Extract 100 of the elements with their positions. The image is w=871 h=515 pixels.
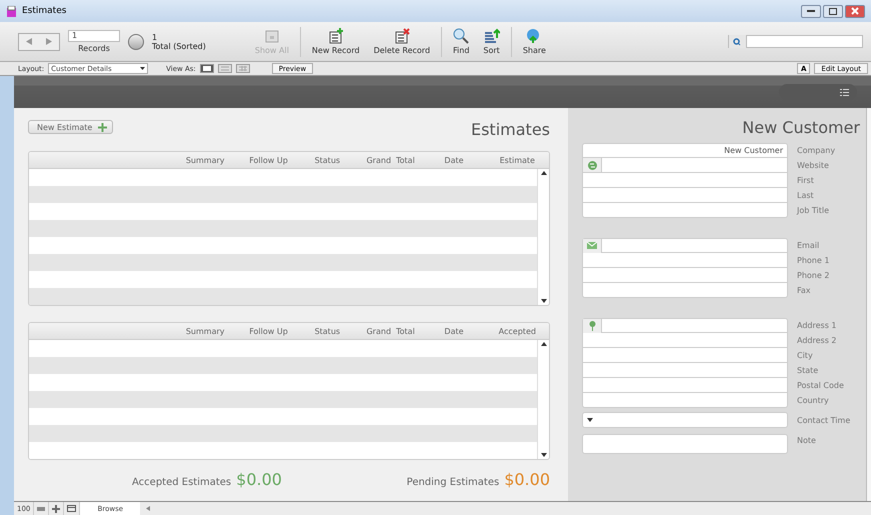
column-header: Summary	[184, 326, 226, 336]
input-field[interactable]	[582, 393, 788, 408]
field-label: Fax	[797, 286, 811, 295]
scroll-left-icon[interactable]	[146, 506, 150, 511]
new-estimate-button[interactable]: New Estimate	[28, 120, 114, 134]
input-field[interactable]	[582, 318, 788, 333]
field-label: First	[797, 176, 814, 185]
field-label: Address 1	[797, 321, 836, 330]
input-field[interactable]	[582, 253, 788, 268]
search-icon	[732, 38, 742, 46]
column-header: Follow Up	[248, 326, 289, 336]
input-field[interactable]	[582, 268, 788, 283]
scroll-down-icon[interactable]	[540, 453, 546, 457]
delete-record-icon	[394, 28, 410, 44]
found-count: 1	[152, 32, 158, 42]
input-field[interactable]	[582, 203, 788, 218]
maximize-button[interactable]	[823, 4, 843, 18]
maximize-icon	[829, 8, 837, 14]
total-amount: $0.00	[504, 470, 550, 489]
scroll-down-icon[interactable]	[540, 299, 546, 303]
input-field[interactable]	[582, 283, 788, 298]
caret-icon	[587, 418, 593, 422]
caret-icon	[140, 67, 146, 70]
input-field[interactable]	[582, 158, 788, 173]
records-label: Records	[78, 44, 110, 53]
column-header: Follow Up	[248, 156, 289, 164]
column-header: Estimate	[498, 156, 536, 164]
close-button[interactable]	[845, 4, 865, 18]
view-button[interactable]	[200, 64, 214, 73]
found-label: Total (Sorted)	[152, 42, 206, 50]
search-field[interactable]	[728, 35, 863, 48]
column-header: Date	[443, 156, 465, 164]
zoom-out-icon[interactable]	[37, 506, 46, 510]
toolbar-button[interactable]: Delete Record	[370, 28, 434, 55]
scroll-up-icon[interactable]	[540, 171, 546, 175]
list-view-icon	[220, 66, 229, 71]
input-field[interactable]	[582, 173, 788, 188]
toolbar-button[interactable]: Share	[520, 28, 549, 55]
toolbar-button[interactable]: Sort	[480, 28, 503, 55]
found-set-icon	[128, 34, 144, 50]
plus-icon	[98, 122, 108, 132]
close-icon	[851, 7, 859, 15]
input-field[interactable]	[582, 434, 788, 454]
minimize-button[interactable]	[801, 4, 821, 18]
cards-icon	[264, 28, 280, 44]
toolbar-button[interactable]: New Record	[308, 28, 363, 55]
column-header: Status	[314, 326, 342, 336]
total-amount: $0.00	[236, 470, 282, 489]
toolbar-button[interactable]: Find	[450, 28, 472, 55]
column-header: Grand Total	[365, 156, 416, 164]
input-field[interactable]: New Customer	[582, 143, 788, 158]
toolbar-toggle-icon[interactable]	[67, 505, 76, 512]
dropdown-field[interactable]	[582, 412, 788, 428]
form-view-icon	[202, 66, 211, 71]
field-label: Postal Code	[797, 381, 844, 390]
scroll-up-icon[interactable]	[540, 342, 546, 346]
scrollbar[interactable]	[537, 340, 549, 459]
column-header: Status	[314, 156, 342, 164]
input-field[interactable]	[582, 378, 788, 393]
field-label: Phone 1	[797, 256, 830, 265]
field-label: Country	[797, 396, 829, 405]
field-label: Address 2	[797, 336, 836, 345]
list-icon[interactable]	[840, 88, 849, 96]
field-label: Company	[797, 146, 836, 155]
field-label: Email	[797, 241, 820, 250]
minimize-icon	[807, 10, 815, 12]
record-number-field[interactable]: 1	[68, 30, 120, 42]
record-navigation[interactable]	[18, 32, 60, 50]
new-record-icon	[328, 28, 344, 44]
input-field[interactable]	[582, 188, 788, 203]
field-label: Website	[797, 161, 829, 170]
pin-icon	[588, 320, 596, 330]
field-label: Last	[797, 191, 814, 200]
field-label: Job Title	[797, 206, 830, 215]
section-title: Estimates	[470, 120, 550, 139]
scrollbar[interactable]	[537, 169, 549, 305]
input-field[interactable]	[582, 333, 788, 348]
scrollbar[interactable]	[866, 108, 871, 501]
field-label: Note	[797, 436, 816, 445]
section-title: New Customer	[742, 118, 860, 137]
column-header: Grand Total	[365, 326, 416, 336]
column-header: Summary	[184, 156, 226, 164]
search-icon	[453, 28, 470, 44]
input-field[interactable]	[582, 238, 788, 253]
sort-icon	[484, 28, 500, 44]
input-field[interactable]	[582, 348, 788, 363]
mail-icon	[587, 242, 597, 249]
field-label: City	[797, 351, 813, 360]
total-label: Accepted Estimates	[132, 477, 232, 488]
zoom-in-icon[interactable]	[52, 504, 60, 512]
input-field[interactable]	[582, 363, 788, 378]
table-view-icon	[238, 66, 247, 71]
field-label: State	[797, 366, 818, 375]
column-header: Accepted	[498, 326, 537, 336]
next-icon[interactable]	[46, 38, 52, 45]
app-icon	[6, 6, 17, 16]
total-label: Pending Estimates	[406, 477, 500, 488]
previous-icon[interactable]	[26, 38, 32, 45]
field-label: Contact Time	[797, 416, 850, 424]
window-title: Estimates	[22, 6, 66, 16]
